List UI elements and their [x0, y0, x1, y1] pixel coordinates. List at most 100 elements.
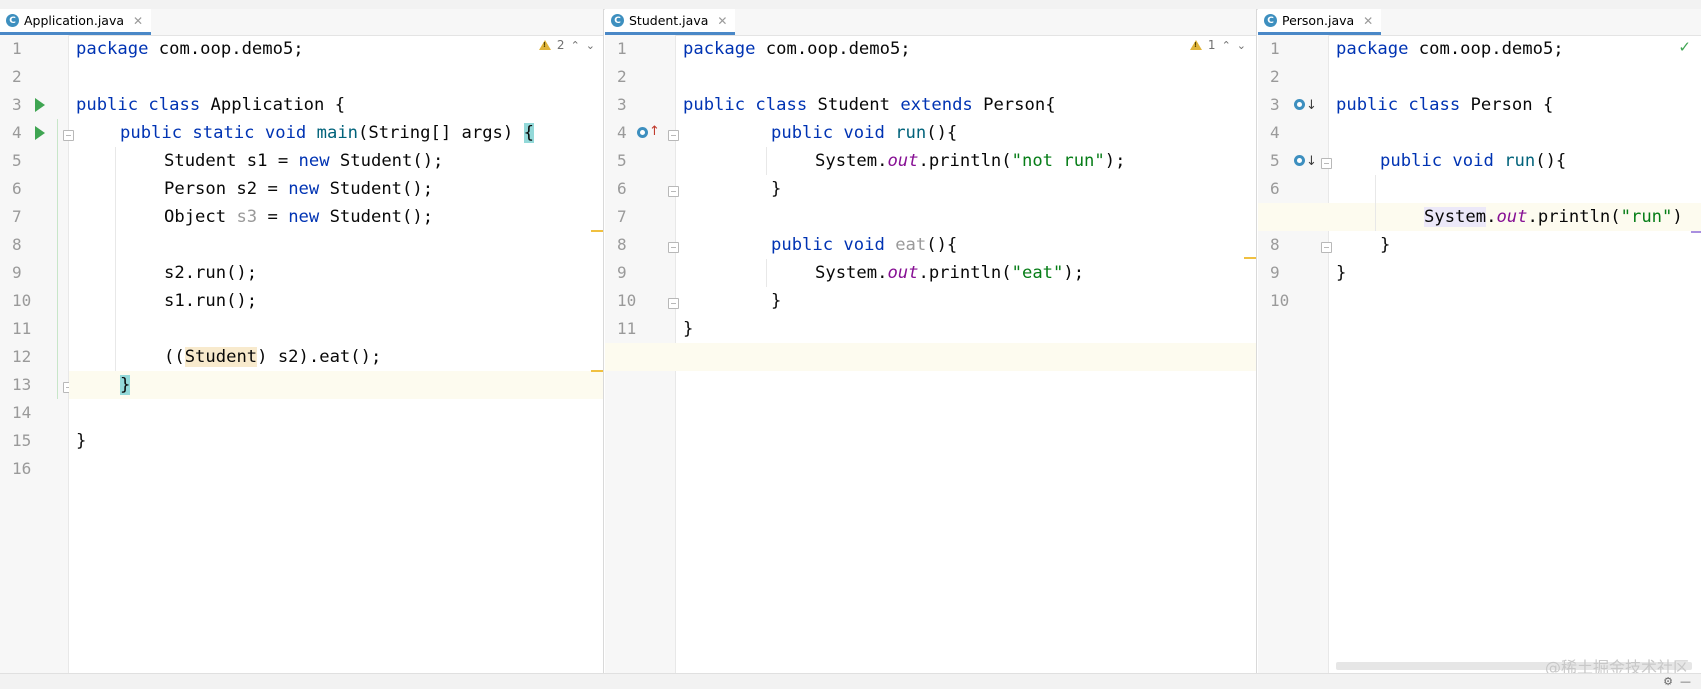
line-number: 10 — [1270, 291, 1290, 310]
code-line-9: s2.run(); — [164, 263, 258, 283]
chevron-down-icon[interactable]: ⌄ — [1237, 39, 1246, 52]
occurrence-marker[interactable] — [1691, 231, 1701, 233]
line-number: 9 — [12, 263, 22, 282]
editor-pane-student: C Student.java ✕ 1 2 3 4 5 6 7 8 9 10 11… — [605, 9, 1256, 673]
indent-guide — [766, 259, 767, 287]
pane-divider[interactable] — [1256, 9, 1257, 673]
matched-brace: } — [120, 375, 131, 395]
code-line-3: public class Application { — [76, 95, 346, 115]
warning-stripe-marker[interactable] — [591, 370, 603, 372]
code-line-7: System.out.println("run") — [1424, 207, 1683, 227]
code-line-8: public void eat(){ — [771, 235, 958, 255]
minimize-icon[interactable]: — — [1680, 675, 1691, 688]
line-number: 8 — [12, 235, 22, 254]
arrow-down-icon: ↓ — [1306, 98, 1317, 113]
line-number: 1 — [617, 39, 627, 58]
line-number: 8 — [1270, 235, 1280, 254]
pane-divider[interactable] — [603, 9, 604, 673]
line-number: 10 — [617, 291, 637, 310]
code-line-4: public static void main(String[] args) { — [120, 123, 534, 143]
chevron-up-icon[interactable]: ⌃ — [1222, 39, 1231, 52]
code-line-9: System.out.println("eat"); — [815, 263, 1085, 283]
change-marker — [57, 119, 58, 399]
line-gutter: 1 2 3 4 5 6 7 8 9 10 11 12 13 14 15 16 — [0, 35, 74, 673]
line-number: 5 — [617, 151, 627, 170]
code-line-6: Person s2 = new Student(); — [164, 179, 434, 199]
inspection-widget[interactable]: 2 ⌃ ⌄ — [538, 38, 595, 52]
inspection-widget[interactable]: 1 ⌃ ⌄ — [1189, 38, 1246, 52]
code-line-15: } — [76, 431, 87, 451]
line-number: 6 — [12, 179, 22, 198]
code-line-9: } — [1336, 263, 1347, 283]
code-line-5: public void run(){ — [1380, 151, 1567, 171]
line-number: 7 — [617, 207, 627, 226]
close-tab-icon[interactable]: ✕ — [133, 14, 143, 28]
code-line-5: System.out.println("not run"); — [815, 151, 1126, 171]
code-area[interactable]: package com.oop.demo5; public class Appl… — [69, 35, 603, 673]
line-gutter: 1 2 3 4 5 6 7 8 9 10 ↓ ↓ — [1258, 35, 1332, 673]
java-class-icon: C — [6, 14, 19, 27]
chevron-up-icon[interactable]: ⌃ — [571, 39, 580, 52]
tab-label: Student.java — [629, 13, 709, 28]
code-line-5: Student s1 = new Student(); — [164, 151, 444, 171]
indent-guide — [766, 147, 767, 175]
no-problems-check-icon[interactable]: ✓ — [1678, 38, 1691, 56]
line-number: 2 — [617, 67, 627, 86]
code-area[interactable]: package com.oop.demo5; public class Stud… — [676, 35, 1256, 673]
code-line-1: package com.oop.demo5; — [76, 39, 304, 59]
line-number: 12 — [12, 347, 32, 366]
code-line-13: } — [120, 371, 131, 399]
warning-icon — [1189, 40, 1202, 50]
code-line-1: package com.oop.demo5; — [683, 39, 911, 59]
code-line-7: Object s3 = new Student(); — [164, 207, 434, 227]
warning-stripe-marker[interactable] — [591, 230, 603, 232]
line-number: 11 — [617, 319, 637, 338]
line-number: 2 — [12, 67, 22, 86]
overridden-method-icon[interactable] — [1294, 155, 1305, 166]
tab-label: Application.java — [24, 13, 125, 28]
run-class-icon[interactable] — [35, 98, 45, 112]
warning-count: 2 — [556, 38, 565, 52]
warning-stripe-marker[interactable] — [1244, 257, 1256, 259]
chevron-down-icon[interactable]: ⌄ — [586, 39, 595, 52]
code-line-3: public class Person { — [1336, 95, 1554, 115]
close-tab-icon[interactable]: ✕ — [1363, 14, 1373, 28]
line-number: 16 — [12, 459, 32, 478]
redundant-cast-highlight: Student — [184, 347, 258, 367]
gear-icon[interactable]: ⚙ — [1663, 675, 1673, 688]
line-number: 1 — [12, 39, 22, 58]
code-line-8: } — [1380, 235, 1391, 255]
tab-bar: C Person.java ✕ — [1258, 9, 1701, 36]
line-number: 3 — [12, 95, 22, 114]
line-number: 7 — [12, 207, 22, 226]
editor-pane-person: C Person.java ✕ 1 2 3 4 5 6 7 8 9 10 ↓ ↓… — [1258, 9, 1701, 673]
tab-application-java[interactable]: C Application.java ✕ — [0, 9, 152, 35]
matched-brace: { — [523, 123, 534, 143]
line-number: 13 — [12, 375, 32, 394]
code-line-10: } — [771, 291, 782, 311]
close-tab-icon[interactable]: ✕ — [717, 14, 727, 28]
tab-bar: C Application.java ✕ — [0, 9, 603, 36]
run-main-icon[interactable] — [35, 126, 45, 140]
code-line-11: } — [683, 319, 694, 339]
code-area[interactable]: package com.oop.demo5; public class Pers… — [1329, 35, 1701, 673]
line-number: 4 — [617, 123, 627, 142]
tab-student-java[interactable]: C Student.java ✕ — [605, 9, 736, 35]
code-line-4: public void run(){ — [771, 123, 958, 143]
line-number: 14 — [12, 403, 32, 422]
tab-label: Person.java — [1282, 13, 1355, 28]
java-class-icon: C — [611, 14, 624, 27]
line-number: 5 — [1270, 151, 1280, 170]
tab-person-java[interactable]: C Person.java ✕ — [1258, 9, 1382, 35]
code-line-10: s1.run(); — [164, 291, 258, 311]
code-line-12: ((Student) s2).eat(); — [164, 347, 382, 367]
implemented-icon[interactable] — [1294, 99, 1305, 110]
java-class-icon: C — [1264, 14, 1277, 27]
caret-row-highlight — [69, 371, 603, 399]
line-number: 10 — [12, 291, 32, 310]
line-number: 15 — [12, 431, 32, 450]
overrides-method-icon[interactable] — [637, 127, 648, 138]
line-number: 4 — [12, 123, 22, 142]
line-number: 4 — [1270, 123, 1280, 142]
tab-bar: C Student.java ✕ — [605, 9, 1256, 36]
